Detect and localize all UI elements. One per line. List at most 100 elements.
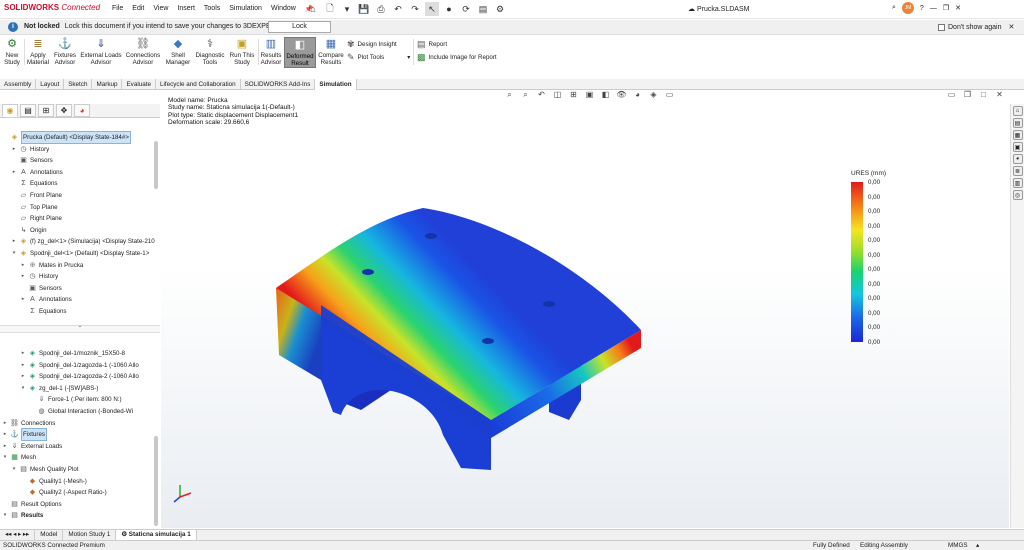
- tree-node[interactable]: ◍ Global Interaction (-Bonded-Wi: [29, 406, 133, 417]
- tree-node[interactable]: ▤ Result Options: [2, 499, 61, 510]
- lock-button[interactable]: Lock: [268, 21, 331, 33]
- tree-node[interactable]: ▸ A Annotations: [11, 167, 63, 178]
- tree-twisty-icon[interactable]: ▾: [11, 248, 17, 259]
- menu-insert[interactable]: Insert: [177, 5, 195, 13]
- tree-twisty-icon[interactable]: ▸: [20, 260, 26, 271]
- diagnostic-tools-button[interactable]: ⚕ Diagnostic Tools: [194, 37, 226, 66]
- tree-node[interactable]: ▱ Top Plane: [11, 202, 58, 213]
- minimize-icon[interactable]: —: [930, 5, 937, 12]
- tab-sketch[interactable]: Sketch: [64, 79, 93, 90]
- menu-view[interactable]: View: [153, 5, 168, 13]
- appearance-tab-icon[interactable]: ◕: [74, 104, 90, 117]
- tree-node[interactable]: ▸ ◷ History: [11, 144, 50, 155]
- tree-twisty-icon[interactable]: ▸: [20, 371, 26, 382]
- undo-icon[interactable]: ↶: [391, 2, 405, 16]
- menu-edit[interactable]: Edit: [132, 5, 144, 13]
- connections-advisor-button[interactable]: ⛓ Connections Advisor: [124, 37, 162, 66]
- tree-twisty-icon[interactable]: ▾: [20, 383, 26, 394]
- tree-twisty-icon[interactable]: ▸: [2, 418, 8, 429]
- report-button[interactable]: ▤ Report: [417, 39, 447, 50]
- tree-twisty-icon[interactable]: ▸: [20, 348, 26, 359]
- tree-twisty-icon[interactable]: ▾: [2, 510, 8, 521]
- home-icon[interactable]: ⌂: [306, 2, 320, 16]
- chevron-down-icon[interactable]: ▾: [407, 54, 410, 61]
- tree-node[interactable]: ▾ ◈ zg_del-1 (-[SW]ABS-): [20, 383, 99, 394]
- tree-twisty-icon[interactable]: ▸: [2, 441, 8, 452]
- tab-model[interactable]: Model: [35, 530, 64, 540]
- compare-results-button[interactable]: ▦ Compare Results: [318, 37, 344, 66]
- select-icon[interactable]: ↖: [425, 2, 439, 16]
- tree-node[interactable]: ▾ ▦ Mesh: [2, 452, 36, 463]
- tree-twisty-icon[interactable]: ▸: [2, 429, 8, 440]
- avatar[interactable]: JM: [901, 2, 914, 14]
- tree-node[interactable]: ▱ Right Plane: [11, 213, 62, 224]
- tree-node[interactable]: ▸ ◈ Spodnji_del-1/zagozda-2 (-1060 Allo: [20, 371, 139, 382]
- appearances-icon[interactable]: ◕: [1012, 154, 1023, 164]
- deformed-result-button[interactable]: ◧ Deformed Result: [284, 37, 316, 68]
- tree-node[interactable]: ▸ ◈ Spodnji_del-1/zagozda-1 (-1060 Allo: [20, 360, 139, 371]
- menu-simulation[interactable]: Simulation: [229, 5, 262, 13]
- tree-node[interactable]: ◆ Quality1 (-Mesh-): [20, 476, 87, 487]
- tree-twisty-icon[interactable]: ▾: [2, 452, 8, 463]
- tree-node[interactable]: ◆ Quality2 (-Aspect Ratio-): [20, 487, 107, 498]
- menu-file[interactable]: File: [112, 5, 123, 13]
- tree-node[interactable]: ▸ ◈ Spodnji_del-1/moznik_15X50-8: [20, 348, 125, 359]
- tree-node[interactable]: ↳ Origin: [11, 225, 47, 236]
- tab-layout[interactable]: Layout: [36, 79, 65, 90]
- tree-node[interactable]: ▣ Sensors: [20, 283, 62, 294]
- fixtures-advisor-button[interactable]: ⚓ Fixtures Advisor: [52, 37, 78, 66]
- tree-node[interactable]: Σ Equations: [11, 178, 57, 189]
- new-study-button[interactable]: ⚙ New Study: [2, 37, 22, 66]
- tab-addins[interactable]: SOLIDWORKS Add-Ins: [241, 79, 316, 90]
- status-units[interactable]: MMGS: [948, 542, 968, 549]
- redo-icon[interactable]: ↷: [408, 2, 422, 16]
- plot-tools-button[interactable]: ✎ Plot Tools ▾: [347, 52, 410, 63]
- close-info-icon[interactable]: ✕: [1008, 23, 1014, 31]
- external-loads-advisor-button[interactable]: ⇓ External Loads Advisor: [80, 37, 122, 66]
- resources-icon[interactable]: ⌂: [1012, 106, 1023, 116]
- new-document-icon[interactable]: 🗋: [323, 2, 337, 16]
- tree-twisty-icon[interactable]: ▸: [20, 294, 26, 305]
- results-advisor-button[interactable]: ▥ Results Advisor: [259, 37, 283, 66]
- include-image-button[interactable]: ▩ Include Image for Report: [417, 52, 497, 63]
- solidworks-forum-icon[interactable]: ▥: [1012, 178, 1023, 188]
- tree-node[interactable]: ▾ ▤ Mesh Quality Plot: [11, 464, 79, 475]
- tab-evaluate[interactable]: Evaluate: [122, 79, 156, 90]
- units-chevron-icon[interactable]: ▴: [976, 542, 979, 549]
- menu-window[interactable]: Window: [271, 5, 296, 13]
- tree-node[interactable]: Σ Equations: [20, 306, 66, 317]
- tree-node[interactable]: ▸ ⛓ Connections: [2, 418, 56, 429]
- search-icon[interactable]: ⌕: [892, 4, 896, 12]
- tree-twisty-icon[interactable]: ▸: [11, 144, 17, 155]
- file-explorer-icon[interactable]: ▦: [1012, 130, 1023, 140]
- tree-node[interactable]: ▸ A Annotations: [20, 294, 72, 305]
- apply-material-button[interactable]: ≣ Apply Material: [26, 37, 50, 66]
- tree-twisty-icon[interactable]: ▾: [11, 464, 17, 475]
- custom-properties-icon[interactable]: ≣: [1012, 166, 1023, 176]
- tree-node[interactable]: ⇓ Force-1 (:Per item: 800 N:): [29, 394, 122, 405]
- tab-markup[interactable]: Markup: [92, 79, 123, 90]
- property-manager-tab-icon[interactable]: ▤: [20, 104, 36, 117]
- tree-node[interactable]: ▣ Sensors: [11, 155, 53, 166]
- dont-show-checkbox[interactable]: [938, 23, 945, 31]
- tab-lifecycle[interactable]: Lifecycle and Collaboration: [156, 79, 241, 90]
- open-icon[interactable]: ▾: [340, 2, 354, 16]
- tab-static-study[interactable]: ⚙ Staticna simulacija 1: [116, 530, 197, 540]
- file-properties-icon[interactable]: ▤: [476, 2, 490, 16]
- tab-motion-study[interactable]: Motion Study 1: [63, 530, 117, 540]
- tab-assembly[interactable]: Assembly: [0, 79, 37, 90]
- options-gear-icon[interactable]: ⚙: [493, 2, 507, 16]
- study-tree-scrollbar[interactable]: [154, 436, 158, 526]
- close-icon[interactable]: ✕: [955, 4, 961, 12]
- dont-show-again[interactable]: Don't show again ✕: [938, 23, 1014, 31]
- tree-twisty-icon[interactable]: ▸: [20, 271, 26, 282]
- view-palette-icon[interactable]: ▣: [1012, 142, 1023, 152]
- feature-tree-tab-icon[interactable]: ◉: [2, 104, 18, 117]
- 3dexperience-icon[interactable]: ◎: [1012, 190, 1023, 200]
- tab-nav-arrows-icon[interactable]: ◂◂ ◂ ▸ ▸▸: [0, 530, 36, 540]
- tree-twisty-icon[interactable]: ▸: [11, 236, 17, 247]
- traffic-light-icon[interactable]: ●: [442, 2, 456, 16]
- tree-twisty-icon[interactable]: ▸: [20, 360, 26, 371]
- tree-node[interactable]: ▸ ◷ History: [20, 271, 59, 282]
- save-icon[interactable]: 💾: [357, 2, 371, 16]
